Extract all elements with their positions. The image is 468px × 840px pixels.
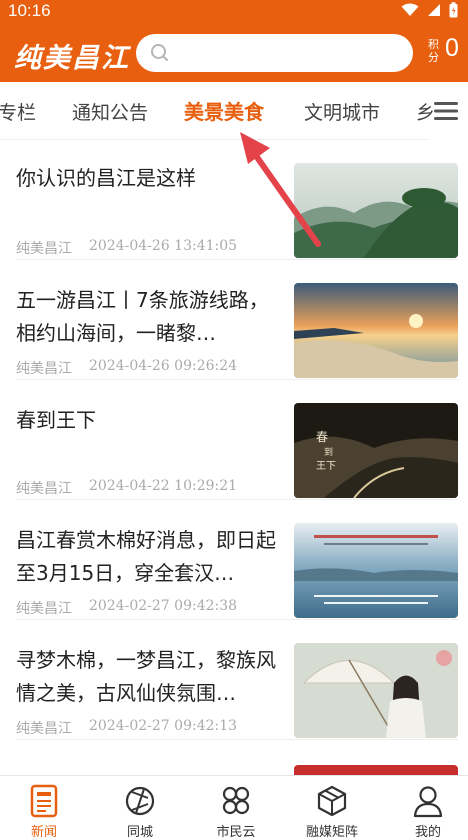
news-time: 2024-04-22 10:29:21: [89, 478, 238, 494]
cloud-grid-icon: [222, 786, 250, 815]
tab-village[interactable]: 乡: [416, 98, 434, 125]
svg-text:到: 到: [324, 446, 333, 458]
tab-notice[interactable]: 通知公告: [72, 98, 148, 125]
news-time: 2024-04-26 13:41:05: [89, 238, 238, 254]
umbrella-girl-image: [294, 643, 458, 738]
cube-icon: [317, 785, 347, 817]
news-title: 五一游昌江丨7条旅游线路，相约山海间，一睹黎…: [16, 288, 269, 345]
wifi-icon: [401, 3, 419, 16]
nav-label: 新闻: [30, 825, 57, 840]
battery-icon: [449, 2, 458, 18]
app-top-bar: 10:16 纯美昌江 积分 0: [0, 0, 468, 82]
app-logo: 纯美昌江: [14, 43, 130, 74]
nav-label: 市民云: [216, 825, 256, 840]
news-title: 春到王下: [16, 408, 96, 432]
bottom-navigation: 新闻 同城 市民云 融媒矩阵 我的: [0, 775, 468, 840]
news-title: 寻梦木棉，一梦昌江，黎族风情之美，古风仙侠氛围…: [16, 648, 276, 705]
signal-icon: [428, 4, 440, 16]
search-input[interactable]: [136, 34, 413, 72]
points-value[interactable]: 0: [445, 34, 459, 63]
status-time: 10:16: [8, 1, 51, 20]
news-source: 纯美昌江: [16, 361, 72, 377]
news-time: 2024-02-27 09:42:38: [89, 598, 238, 614]
nav-news[interactable]: 新闻: [4, 776, 84, 840]
news-time: 2024-02-27 09:42:13: [89, 718, 238, 734]
status-bar: 10:16: [0, 0, 468, 24]
news-thumbnail: [294, 523, 458, 618]
news-time: 2024-04-26 09:26:24: [89, 358, 238, 374]
nav-label: 我的: [414, 825, 441, 840]
news-item[interactable]: 五一游昌江丨7条旅游线路，相约山海间，一睹黎… 纯美昌江 2024-04-26 …: [0, 260, 468, 380]
lake-poster-image: [294, 523, 458, 618]
news-item[interactable]: 昌江春赏木棉好消息，即日起至3月15日，穿全套汉… 纯美昌江 2024-02-2…: [0, 500, 468, 620]
status-icons: [401, 2, 458, 18]
news-thumbnail: [294, 643, 458, 738]
svg-text:王下: 王下: [316, 461, 336, 472]
news-source: 纯美昌江: [16, 721, 72, 737]
nav-label: 融媒矩阵: [305, 825, 358, 840]
tab-column[interactable]: 专栏: [0, 98, 36, 125]
nav-city[interactable]: 同城: [100, 776, 180, 840]
svg-text:春: 春: [316, 430, 328, 444]
news-title: 昌江春赏木棉好消息，即日起至3月15日，穿全套汉…: [16, 528, 276, 585]
annotation-arrow-icon: [240, 132, 321, 247]
coast-sunset-image: [294, 283, 458, 378]
tab-strip: 专栏 通知公告 美景美食 文明城市 乡: [0, 82, 434, 140]
news-source: 纯美昌江: [16, 241, 72, 257]
news-source: 纯美昌江: [16, 481, 72, 497]
news-item[interactable]: 春到王下 纯美昌江 2024-04-22 10:29:21 春 到 王下: [0, 380, 468, 500]
search-icon: [151, 44, 168, 61]
news-item[interactable]: 寻梦木棉，一梦昌江，黎族风情之美，古风仙侠氛围… 纯美昌江 2024-02-27…: [0, 620, 468, 740]
nav-citizen-cloud[interactable]: 市民云: [196, 776, 276, 840]
news-thumbnail: [294, 283, 458, 378]
valley-poster-image: 春 到 王下: [294, 403, 458, 498]
user-icon: [413, 786, 443, 818]
app-header: 纯美昌江 积分 0: [0, 24, 468, 82]
menu-icon[interactable]: [434, 101, 458, 121]
news-icon: [30, 784, 58, 818]
nav-label: 同城: [126, 825, 153, 840]
points-label[interactable]: 积分: [428, 38, 442, 64]
nav-mine[interactable]: 我的: [388, 776, 468, 840]
citycircle-icon: [125, 786, 155, 816]
nav-media-matrix[interactable]: 融媒矩阵: [292, 776, 372, 840]
news-thumbnail: 春 到 王下: [294, 403, 458, 498]
news-source: 纯美昌江: [16, 601, 72, 617]
